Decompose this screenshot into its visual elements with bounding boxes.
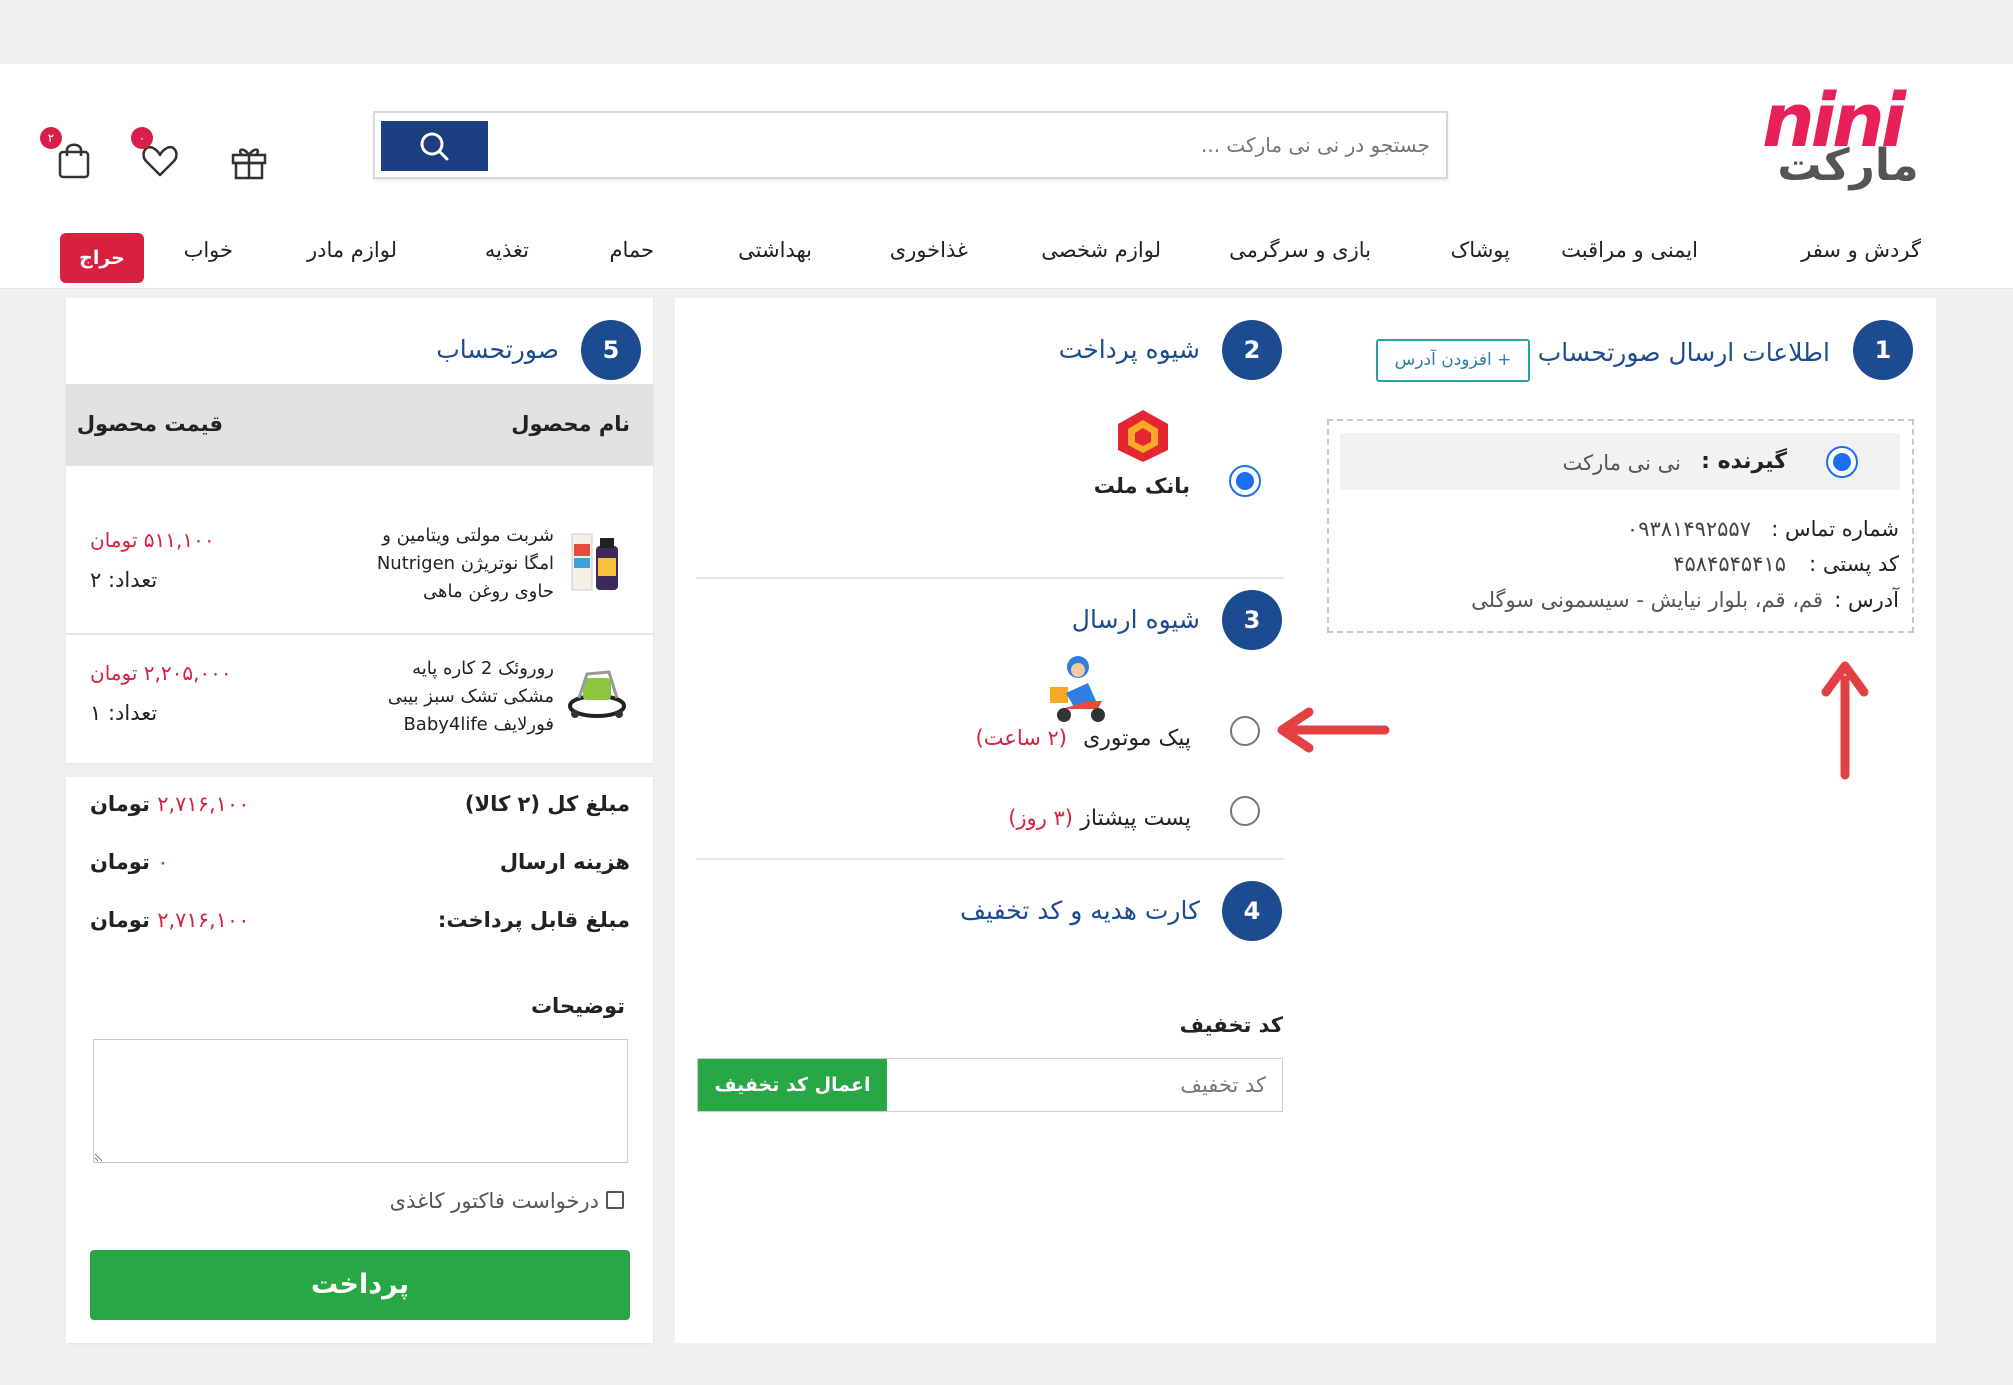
payment-section-title: شیوه پرداخت — [1058, 335, 1200, 364]
nav-item-hygiene[interactable]: بهداشتی — [738, 238, 812, 262]
notes-textarea[interactable] — [93, 1039, 628, 1163]
step-3-badge: 3 — [1222, 590, 1282, 650]
discount-code-label: کد تخفیف — [1179, 1013, 1283, 1037]
logo-subtitle: مارکت — [1777, 140, 1919, 191]
recipient-value: نی نی مارکت — [1562, 451, 1681, 475]
shipping-cost-currency: تومان — [90, 850, 150, 874]
product-2-price: ۲,۲۰۵,۰۰۰ تومان — [90, 661, 232, 685]
nav-item-toys[interactable]: بازی و سرگرمی — [1229, 238, 1371, 262]
payable-amount: ۲,۷۱۶,۱۰۰ — [157, 908, 250, 932]
divider — [696, 577, 1284, 579]
nav-item-sleep[interactable]: خواب — [184, 238, 233, 262]
address-section-title: اطلاعات ارسال صورتحساب — [1537, 338, 1830, 367]
divider — [66, 633, 653, 635]
product-thumbnail-walker[interactable] — [567, 662, 627, 722]
pay-button[interactable]: پرداخت — [90, 1250, 630, 1320]
shipping-option-courier-time: (۲ ساعت) — [975, 726, 1068, 750]
product-2-name-line-3: فورلایف Baby4life — [403, 714, 554, 735]
col-product-price: قیمت محصول — [76, 412, 223, 436]
shipping-cost-value: ۰ تومان — [90, 850, 168, 874]
search-icon — [420, 132, 449, 161]
gift-icon[interactable] — [229, 142, 269, 182]
product-1-name-line-2: امگا نوتریژن Nutrigen — [376, 553, 554, 574]
col-product-name: نام محصول — [511, 412, 630, 436]
shipping-radio-post[interactable] — [1230, 796, 1260, 826]
shipping-option-courier-name: پیک موتوری — [1083, 726, 1191, 751]
postal-code-value: ۴۵۸۴۵۴۵۴۱۵ — [1673, 552, 1786, 576]
discount-code-input[interactable] — [906, 1069, 1266, 1101]
apply-discount-button[interactable]: اعمال کد تخفیف — [698, 1059, 887, 1111]
cart-bag-icon[interactable] — [54, 140, 94, 180]
add-address-button[interactable]: + افزودن آدرس — [1376, 339, 1530, 382]
recipient-label: گیرنده : — [1701, 449, 1787, 474]
nav-sale-button[interactable]: حراج — [60, 233, 144, 283]
divider — [696, 858, 1284, 860]
payable-label: مبلغ قابل پرداخت: — [437, 908, 630, 932]
phone-value: ۰۹۳۸۱۴۹۲۵۵۷ — [1626, 517, 1751, 541]
search-input[interactable] — [530, 127, 1430, 163]
paper-invoice-label[interactable]: درخواست فاکتور کاغذی — [390, 1189, 599, 1213]
nav-item-mother[interactable]: لوازم مادر — [307, 238, 397, 262]
total-value: ۲,۷۱۶,۱۰۰ تومان — [90, 792, 250, 816]
total-currency: تومان — [90, 792, 150, 816]
step-4-badge: 4 — [1222, 881, 1282, 941]
shipping-section-title: شیوه ارسال — [1071, 605, 1200, 634]
product-thumbnail-syrup[interactable] — [570, 524, 622, 594]
address-label: آدرس : — [1834, 588, 1899, 612]
bank-name: بانک ملت — [1093, 474, 1190, 498]
address-value: قم، قم، بلوار نیایش - سیسمونی سوگلی — [1471, 588, 1823, 612]
shipping-radio-courier[interactable] — [1230, 716, 1260, 746]
discount-field-group: اعمال کد تخفیف — [697, 1058, 1283, 1112]
annotation-left-arrow-icon — [1277, 707, 1390, 753]
payable-value: ۲,۷۱۶,۱۰۰ تومان — [90, 908, 250, 932]
payable-currency: تومان — [90, 908, 150, 932]
address-radio-selected[interactable] — [1826, 446, 1858, 478]
shipping-option-post-time: (۳ روز) — [1008, 806, 1073, 830]
product-2-name-line-2: مشکی تشک سبز بیبی — [387, 686, 554, 707]
total-amount: ۲,۷۱۶,۱۰۰ — [157, 792, 250, 816]
payment-radio-selected[interactable] — [1229, 465, 1261, 497]
product-1-name-line-3: حاوی روغن ماهی — [423, 581, 554, 602]
discount-section-title: کارت هدیه و کد تخفیف — [960, 896, 1200, 925]
nav-item-bath[interactable]: حمام — [609, 238, 654, 262]
nav-item-nutrition[interactable]: تغذیه — [485, 238, 529, 262]
nav-item-personal[interactable]: لوازم شخصی — [1041, 238, 1161, 262]
shipping-option-post-name: پست پیشتاز — [1080, 806, 1191, 831]
product-1-price: ۵۱۱,۱۰۰ تومان — [90, 528, 215, 552]
product-1-qty: تعداد: ۲ — [90, 568, 158, 592]
notes-label: توضیحات — [530, 994, 625, 1018]
shipping-cost-label: هزینه ارسال — [499, 850, 630, 874]
invoice-title: صورتحساب — [436, 335, 559, 364]
search-button[interactable] — [381, 121, 488, 171]
bank-mellat-logo-icon — [1118, 410, 1168, 462]
product-1-name-line-1: شربت مولتی ویتامین و — [382, 525, 554, 546]
nav-item-safety[interactable]: ایمنی و مراقبت — [1561, 238, 1698, 262]
paper-invoice-checkbox[interactable] — [606, 1191, 624, 1209]
product-2-name-line-1: روروئک 2 کاره پایه — [412, 658, 554, 679]
phone-label: شماره تماس : — [1771, 517, 1899, 541]
site-header: nini مارکت ۰ ۲ — [0, 64, 2013, 289]
shipping-cost-amount: ۰ — [157, 850, 169, 874]
step-1-badge: 1 — [1853, 320, 1913, 380]
nav-item-clothing[interactable]: پوشاک — [1451, 238, 1510, 262]
annotation-up-arrow-icon — [1821, 661, 1869, 780]
step-2-badge: 2 — [1222, 320, 1282, 380]
courier-motorcycle-icon — [1050, 656, 1105, 722]
total-label: مبلغ کل (۲ کالا) — [464, 792, 630, 816]
nav-item-feeding-gear[interactable]: غذاخوری — [890, 238, 968, 262]
nav-item-travel[interactable]: گردش و سفر — [1801, 238, 1921, 262]
postal-code-label: کد پستی : — [1809, 552, 1899, 576]
cart-count-badge: ۲ — [40, 127, 62, 149]
wishlist-count-badge: ۰ — [131, 127, 153, 149]
search-bar — [373, 111, 1448, 179]
step-5-badge: 5 — [581, 320, 641, 380]
product-2-qty: تعداد: ۱ — [90, 701, 158, 725]
